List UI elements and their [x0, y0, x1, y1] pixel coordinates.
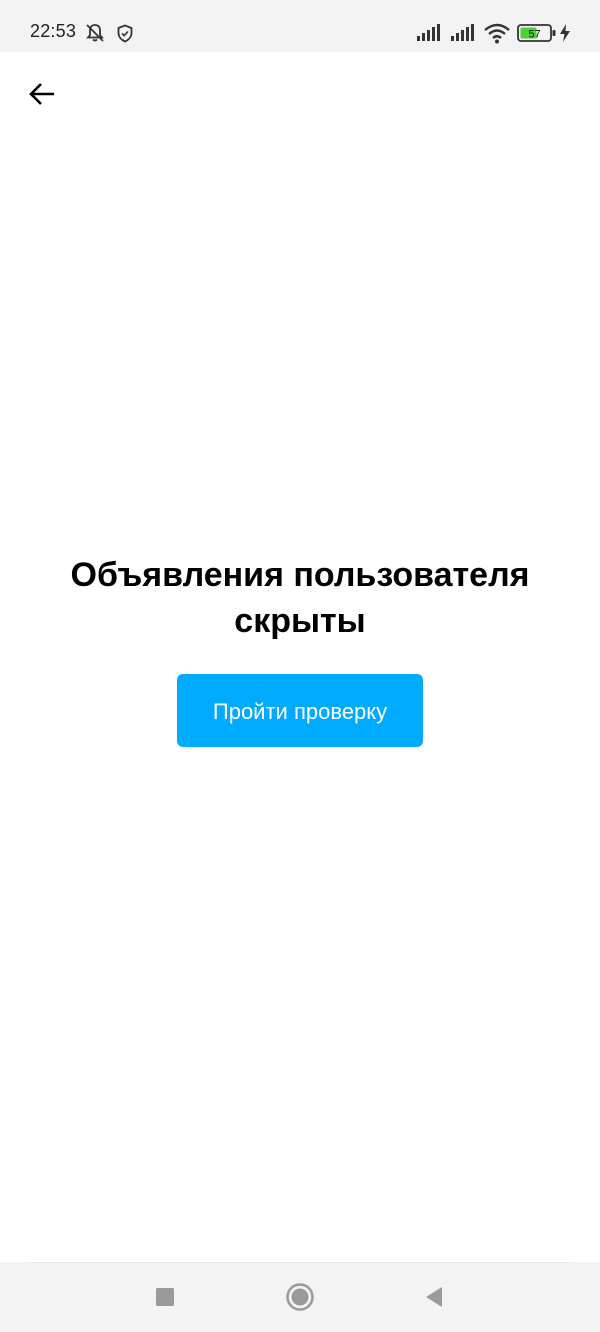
back-button[interactable] — [20, 72, 64, 116]
status-bar: 22:53 57 — [0, 0, 600, 52]
charging-icon — [560, 24, 570, 42]
battery-icon: 57 — [517, 24, 556, 42]
page-title: Объявления пользователя скрыты — [70, 556, 530, 640]
battery-level: 57 — [528, 29, 540, 41]
wifi-icon — [484, 23, 510, 44]
arrow-left-icon — [29, 83, 54, 105]
hidden-listings-block: Объявления пользователя скрыты Пройти пр… — [0, 552, 600, 747]
recent-apps-button[interactable] — [148, 1280, 182, 1314]
muted-notifications-icon — [86, 24, 104, 42]
shield-icon — [117, 24, 133, 43]
status-time: 22:53 — [30, 21, 77, 41]
verify-button[interactable]: Пройти проверку — [177, 674, 423, 747]
recent-apps-icon — [156, 1288, 174, 1306]
signal-icon — [417, 24, 440, 41]
system-nav-bar — [0, 1262, 600, 1332]
back-nav-button[interactable] — [417, 1280, 451, 1314]
screen: 22:53 57 Объявления пользователя скрыты … — [0, 0, 600, 1332]
home-button[interactable] — [283, 1280, 317, 1314]
nav-divider — [30, 1262, 570, 1263]
signal-icon — [451, 24, 474, 41]
home-icon — [286, 1283, 314, 1311]
back-triangle-icon — [426, 1287, 442, 1307]
